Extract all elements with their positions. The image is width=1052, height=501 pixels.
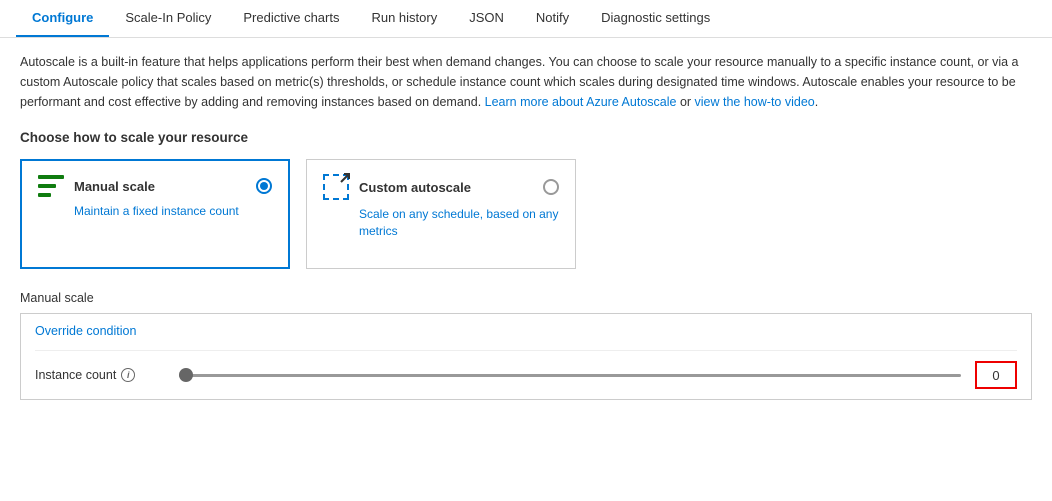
manual-scale-section: Manual scale Override condition Instance… [20, 291, 1032, 400]
tab-diagnostic-settings[interactable]: Diagnostic settings [585, 0, 726, 37]
tab-run-history[interactable]: Run history [355, 0, 453, 37]
custom-autoscale-radio[interactable] [543, 179, 559, 195]
learn-more-link[interactable]: Learn more about Azure Autoscale [485, 95, 677, 109]
instance-count-info-icon[interactable]: i [121, 368, 135, 382]
override-box: Override condition Instance count i [20, 313, 1032, 400]
tab-scale-in-policy[interactable]: Scale-In Policy [109, 0, 227, 37]
arrow-icon [339, 172, 351, 184]
instance-slider-container [179, 374, 961, 377]
tab-predictive-charts[interactable]: Predictive charts [227, 0, 355, 37]
manual-scale-desc: Maintain a fixed instance count [38, 203, 272, 220]
manual-scale-title: Manual scale [74, 179, 155, 194]
main-content: Autoscale is a built-in feature that hel… [0, 38, 1052, 414]
custom-autoscale-icon [323, 174, 349, 200]
manual-scale-radio[interactable] [256, 178, 272, 194]
scale-options: Manual scale Maintain a fixed instance c… [20, 159, 1032, 269]
custom-autoscale-desc: Scale on any schedule, based on any metr… [323, 206, 559, 240]
manual-scale-header: Manual scale [38, 175, 272, 197]
tab-bar: Configure Scale-In Policy Predictive cha… [0, 0, 1052, 38]
manual-scale-icon [38, 175, 64, 197]
instance-count-slider[interactable] [179, 374, 961, 377]
section-title: Choose how to scale your resource [20, 130, 1032, 145]
instance-count-label: Instance count i [35, 368, 165, 382]
how-to-video-link[interactable]: view the how-to video [695, 95, 815, 109]
instance-count-input[interactable] [975, 361, 1017, 389]
override-condition-title: Override condition [35, 324, 1017, 338]
description-text: Autoscale is a built-in feature that hel… [20, 52, 1030, 112]
tab-json[interactable]: JSON [453, 0, 520, 37]
custom-autoscale-title: Custom autoscale [359, 180, 471, 195]
instance-row: Instance count i [35, 350, 1017, 399]
tab-configure[interactable]: Configure [16, 0, 109, 37]
custom-autoscale-card[interactable]: Custom autoscale Scale on any schedule, … [306, 159, 576, 269]
custom-autoscale-header: Custom autoscale [323, 174, 559, 200]
manual-scale-card[interactable]: Manual scale Maintain a fixed instance c… [20, 159, 290, 269]
tab-notify[interactable]: Notify [520, 0, 585, 37]
manual-scale-section-label: Manual scale [20, 291, 1032, 305]
